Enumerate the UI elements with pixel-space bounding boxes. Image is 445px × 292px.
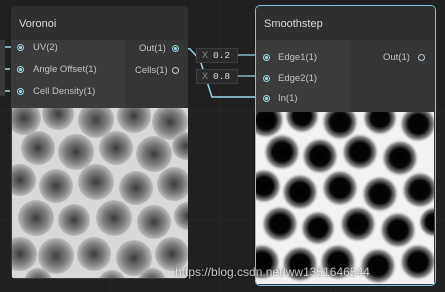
angle-offset-port[interactable] bbox=[17, 66, 24, 73]
smoothstep-node-header[interactable]: Smoothstep bbox=[256, 6, 435, 40]
smoothstep-input-edge2[interactable]: Edge2(1) bbox=[278, 73, 317, 85]
uv-port[interactable] bbox=[17, 44, 24, 51]
voronoi-input-cell-density[interactable]: Cell Density(1) bbox=[33, 86, 95, 98]
smoothstep-input-in[interactable]: In(1) bbox=[278, 93, 298, 105]
voronoi-output-cells[interactable]: Cells(1) bbox=[135, 65, 168, 77]
voronoi-node-header[interactable]: Voronoi bbox=[11, 6, 188, 40]
smoothstep-preview bbox=[256, 112, 434, 284]
smoothstep-input-edge1[interactable]: Edge1(1) bbox=[278, 52, 317, 64]
smoothstep-out-port[interactable] bbox=[418, 54, 425, 61]
in-port[interactable] bbox=[263, 95, 270, 102]
voronoi-preview bbox=[12, 108, 188, 278]
voronoi-output-out[interactable]: Out(1) bbox=[139, 43, 166, 55]
voronoi-cells-port[interactable] bbox=[172, 67, 179, 74]
voronoi-input-angle-offset[interactable]: Angle Offset(1) bbox=[33, 64, 97, 76]
voronoi-input-uv[interactable]: UV(2) bbox=[33, 42, 58, 54]
left-offscreen-node-stub bbox=[0, 40, 5, 96]
edge1-value-input[interactable]: X 0.2 bbox=[196, 48, 238, 63]
watermark: https://blog.csdn.net/ww1351646544 bbox=[175, 265, 370, 279]
smoothstep-node[interactable]: Smoothstep Edge1(1) Edge2(1) In(1) Out(1… bbox=[255, 5, 436, 286]
voronoi-node-title: Voronoi bbox=[19, 18, 57, 30]
edge2-value-input[interactable]: X 0.8 bbox=[196, 69, 238, 84]
edge1-port[interactable] bbox=[263, 54, 270, 61]
voronoi-out-port[interactable] bbox=[172, 45, 179, 52]
smoothstep-node-title: Smoothstep bbox=[264, 18, 323, 30]
edge2-port[interactable] bbox=[263, 75, 270, 82]
smoothstep-output-out[interactable]: Out(1) bbox=[383, 52, 410, 64]
cell-density-port[interactable] bbox=[17, 88, 24, 95]
